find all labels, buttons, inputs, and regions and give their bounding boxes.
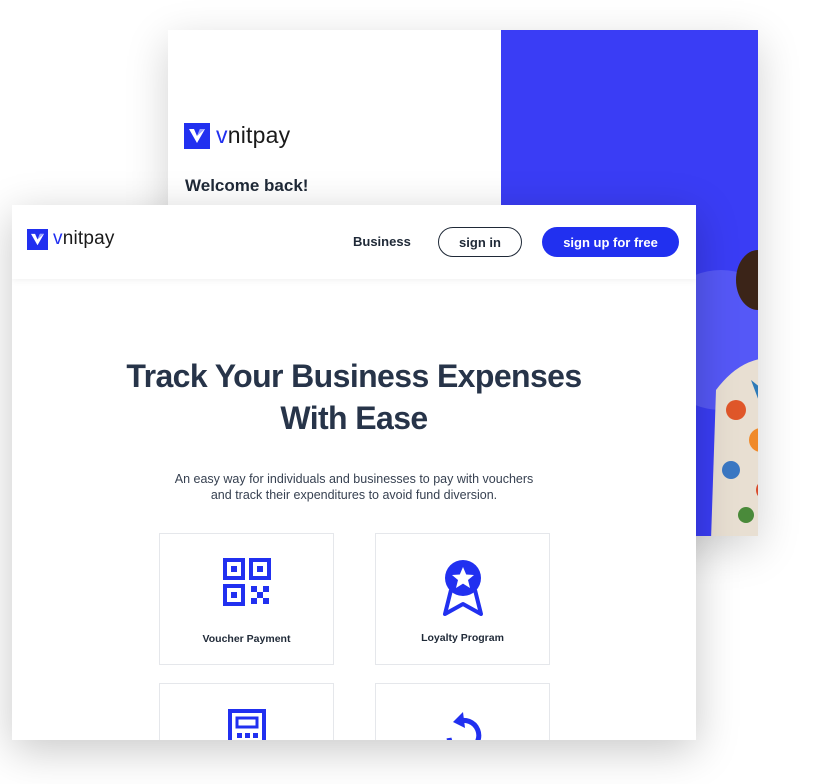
logo-wordmark: vnitpay	[216, 122, 291, 148]
logo-icon	[184, 122, 210, 149]
landing-page-preview: vnitpay Business sign in sign up for fre…	[12, 205, 696, 740]
feature-label: Voucher Payment	[202, 633, 291, 645]
sign-up-button[interactable]: sign up for free	[542, 227, 679, 257]
feature-card-calculator[interactable]	[159, 683, 334, 740]
hero-title: Track Your Business Expenses With Ease	[126, 358, 582, 436]
nav-link-business[interactable]: Business	[353, 234, 411, 249]
badge-star-icon	[442, 560, 483, 616]
login-logo: vnitpay	[184, 122, 290, 149]
qr-code-icon	[222, 558, 271, 606]
sign-in-button[interactable]: sign in	[438, 227, 522, 257]
hero-subtitle: An easy way for individuals and business…	[174, 472, 534, 502]
nav-logo[interactable]: vnitpay	[27, 228, 115, 250]
welcome-heading: Welcome back!	[185, 176, 309, 195]
feature-card-refresh[interactable]	[375, 683, 550, 740]
person-illustration	[711, 250, 758, 536]
calculator-icon	[227, 709, 266, 740]
refresh-icon	[446, 712, 481, 740]
logo-icon	[27, 228, 48, 250]
feature-label: Loyalty Program	[421, 632, 504, 644]
feature-card-loyalty-program[interactable]: Loyalty Program	[375, 533, 550, 665]
navbar: vnitpay Business sign in sign up for fre…	[12, 205, 696, 279]
feature-card-voucher-payment[interactable]: Voucher Payment	[159, 533, 334, 665]
logo-wordmark: vnitpay	[53, 228, 115, 249]
